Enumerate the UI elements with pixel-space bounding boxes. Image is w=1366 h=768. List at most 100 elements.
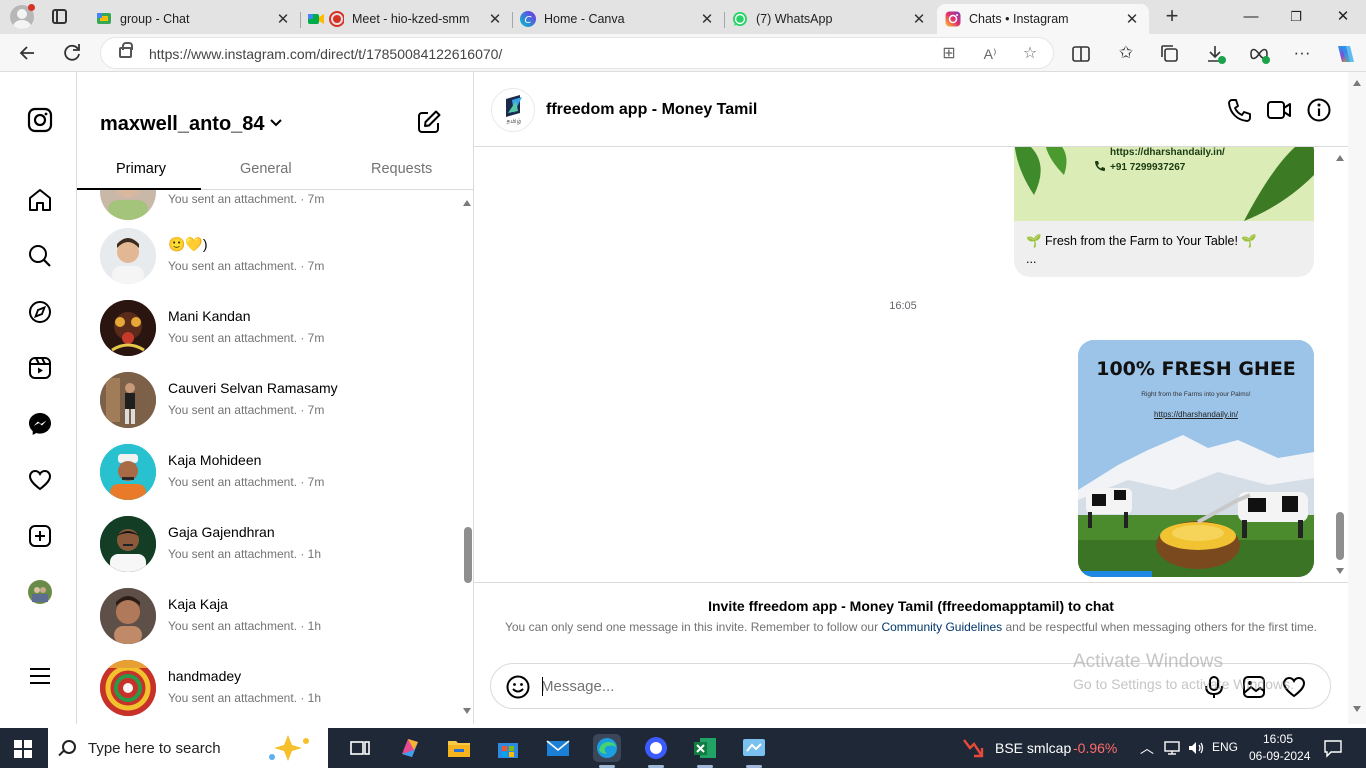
conversation-row[interactable]: You sent an attachment. · 7m	[77, 190, 461, 228]
conversation-row[interactable]: Kaja Kaja You sent an attachment. · 1h	[77, 584, 461, 656]
stock-name[interactable]: BSE smlcap	[995, 740, 1071, 756]
tab-instagram[interactable]: Chats • Instagram ✕	[937, 4, 1149, 34]
scrollbar-thumb[interactable]	[464, 527, 472, 583]
scrollbar-thumb[interactable]	[1336, 512, 1344, 560]
edge-browser-icon[interactable]	[593, 734, 621, 768]
scroll-up-arrow-icon[interactable]	[1336, 155, 1344, 161]
read-aloud-icon[interactable]: A⁾	[979, 43, 1001, 65]
network-icon[interactable]	[1163, 739, 1181, 757]
downloads-icon[interactable]	[1202, 41, 1228, 67]
show-hidden-icons-icon[interactable]: ︿	[1140, 738, 1154, 758]
scroll-up-arrow-icon[interactable]	[1353, 80, 1361, 86]
tab-requests[interactable]: Requests	[371, 161, 432, 177]
page-scrollbar[interactable]	[1348, 72, 1366, 724]
windows-start-icon[interactable]	[14, 740, 32, 758]
tab-close-icon[interactable]: ✕	[908, 10, 930, 28]
settings-more-icon[interactable]: ···	[1289, 41, 1315, 67]
conversation-info-icon[interactable]	[1306, 97, 1332, 123]
tab-google-chat[interactable]: group - Chat ✕	[88, 4, 300, 34]
message-input[interactable]	[541, 674, 1101, 698]
mail-icon[interactable]	[544, 734, 572, 762]
back-button[interactable]	[14, 39, 42, 67]
browser-essentials-icon[interactable]	[1246, 41, 1272, 67]
taskbar-search-placeholder: Type here to search	[88, 740, 221, 757]
stock-chart-icon[interactable]	[962, 736, 986, 760]
window-restore-button[interactable]: ❐	[1273, 4, 1319, 30]
tab-whatsapp[interactable]: (7) WhatsApp ✕	[724, 4, 936, 34]
conversation-row[interactable]: Mani Kandan You sent an attachment. · 7m	[77, 296, 461, 368]
window-minimize-button[interactable]: —	[1228, 4, 1274, 30]
tab-canva[interactable]: C Home - Canva ✕	[512, 4, 724, 34]
profile-avatar[interactable]	[27, 579, 53, 605]
clock-date[interactable]: 06-09-2024	[1249, 749, 1310, 763]
messenger-icon[interactable]	[27, 411, 53, 437]
task-view-icon[interactable]	[346, 734, 374, 762]
search-icon[interactable]	[27, 243, 53, 269]
file-explorer-icon[interactable]	[445, 734, 473, 762]
conversation-row[interactable]: handmadey You sent an attachment. · 1h	[77, 656, 461, 724]
volume-icon[interactable]	[1187, 739, 1205, 757]
copilot-icon[interactable]	[1331, 41, 1357, 67]
conversation-row[interactable]: Cauveri Selvan Ramasamy You sent an atta…	[77, 368, 461, 440]
tab-close-icon[interactable]: ✕	[484, 10, 506, 28]
tab-close-icon[interactable]: ✕	[696, 10, 718, 28]
split-screen-icon[interactable]	[1068, 41, 1094, 67]
clock-time[interactable]: 16:05	[1263, 732, 1293, 746]
account-username[interactable]: maxwell_anto_84	[100, 113, 265, 136]
tab-actions-icon[interactable]	[52, 9, 67, 24]
app-available-icon[interactable]: ⊞	[938, 43, 960, 65]
favorites-icon[interactable]: ✩	[1113, 41, 1139, 67]
url-text[interactable]: https://www.instagram.com/direct/t/17850…	[149, 46, 502, 62]
scroll-down-arrow-icon[interactable]	[1353, 706, 1361, 712]
chevron-down-icon[interactable]	[269, 116, 283, 130]
refresh-button[interactable]	[58, 39, 86, 67]
scroll-down-arrow-icon[interactable]	[463, 708, 471, 714]
window-close-button[interactable]: ✕	[1320, 4, 1366, 30]
tab-google-meet[interactable]: Meet - hio-kzed-smm ✕	[300, 4, 512, 34]
conversation-list-scrollbar[interactable]	[461, 190, 473, 724]
tab-close-icon[interactable]: ✕	[1121, 10, 1143, 28]
home-icon[interactable]	[27, 187, 53, 213]
ghee-post-message[interactable]: 100% FRESH GHEE Right from the Farms int…	[1078, 340, 1314, 577]
video-call-icon[interactable]	[1266, 97, 1292, 123]
stock-change[interactable]: -0.96%	[1073, 740, 1117, 756]
tab-general[interactable]: General	[240, 161, 292, 177]
favorite-star-icon[interactable]: ☆	[1019, 43, 1041, 65]
scroll-down-arrow-icon[interactable]	[1336, 568, 1344, 574]
address-bar[interactable]: https://www.instagram.com/direct/t/17850…	[100, 37, 1054, 69]
instagram-logo-icon[interactable]	[27, 107, 53, 133]
emoji-icon[interactable]	[505, 674, 531, 700]
notification-center-icon[interactable]	[1323, 738, 1343, 758]
new-tab-button[interactable]: +	[1160, 5, 1184, 29]
excel-icon[interactable]	[691, 734, 719, 768]
input-language[interactable]: ENG	[1212, 740, 1238, 754]
add-photo-icon[interactable]	[1241, 674, 1267, 700]
app-circle-icon[interactable]	[642, 734, 670, 768]
chat-avatar[interactable]: தமிழ்	[491, 88, 535, 132]
thread-scrollbar[interactable]	[1332, 147, 1348, 582]
voice-clip-icon[interactable]	[1201, 674, 1227, 700]
tab-primary[interactable]: Primary	[116, 161, 166, 177]
shared-post-message[interactable]: https://dharshandaily.in/ +91 7299937267…	[1014, 147, 1314, 277]
conversation-row[interactable]: Gaja Gajendhran You sent an attachment. …	[77, 512, 461, 584]
lock-icon[interactable]	[119, 42, 133, 58]
scroll-up-arrow-icon[interactable]	[463, 200, 471, 206]
microsoft-store-icon[interactable]	[494, 734, 522, 762]
reels-icon[interactable]	[27, 355, 53, 381]
new-message-icon[interactable]	[416, 109, 442, 135]
conversation-row[interactable]: Kaja Mohideen You sent an attachment. · …	[77, 440, 461, 512]
collections-icon[interactable]	[1157, 41, 1183, 67]
explore-icon[interactable]	[27, 299, 53, 325]
taskbar-search-box[interactable]: Type here to search	[48, 728, 328, 768]
audio-call-icon[interactable]	[1226, 97, 1252, 123]
like-heart-icon[interactable]	[1281, 674, 1307, 700]
community-guidelines-link[interactable]: Community Guidelines	[881, 620, 1002, 634]
tab-close-icon[interactable]: ✕	[272, 10, 294, 28]
chat-title[interactable]: ffreedom app - Money Tamil	[546, 101, 757, 119]
create-icon[interactable]	[27, 523, 53, 549]
remote-desktop-icon[interactable]	[740, 734, 768, 768]
microsoft-365-icon[interactable]	[396, 734, 424, 762]
more-menu-icon[interactable]	[27, 663, 53, 689]
notifications-heart-icon[interactable]	[27, 467, 53, 493]
conversation-row[interactable]: 🙂💛) You sent an attachment. · 7m	[77, 224, 461, 296]
